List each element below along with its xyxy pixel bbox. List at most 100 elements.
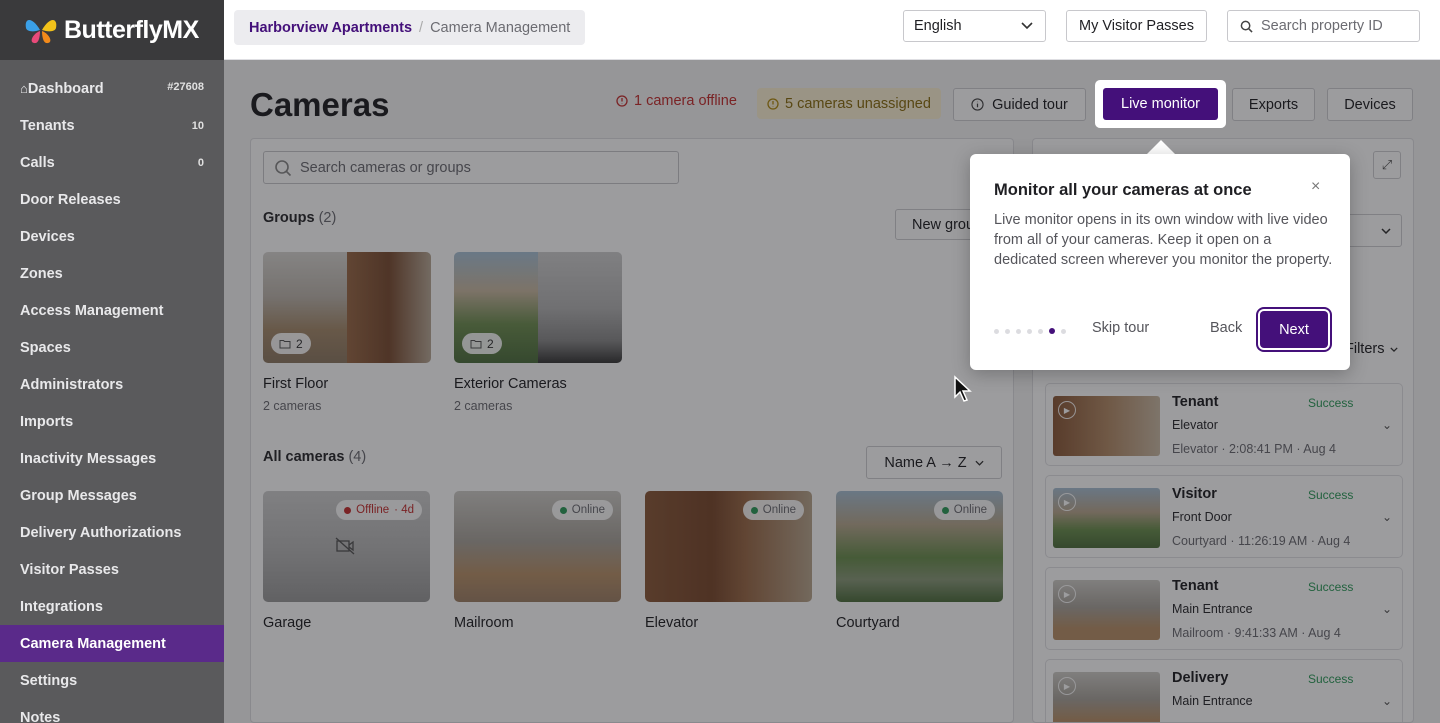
language-select[interactable]: English: [903, 10, 1046, 42]
chevron-down-icon[interactable]: ⌄: [1382, 418, 1392, 432]
sidebar-item-tenants[interactable]: Tenants 10: [0, 107, 224, 144]
sidebar-item-notes[interactable]: Notes: [0, 699, 224, 723]
sidebar-item-imports[interactable]: Imports: [0, 403, 224, 440]
sidebar-item-content: Dashboard #27608: [28, 81, 204, 97]
chevron-down-icon[interactable]: ⌄: [1382, 602, 1392, 616]
sidebar-item-dashboard[interactable]: ⌂ Dashboard #27608: [0, 70, 224, 107]
sidebar-item-visitor-passes[interactable]: Visitor Passes: [0, 551, 224, 588]
sidebar-item-label: Notes: [20, 709, 61, 723]
chevron-down-icon: [1390, 346, 1399, 352]
camera-name: Elevator: [645, 615, 699, 631]
play-icon[interactable]: ▶: [1058, 677, 1076, 695]
camera-card[interactable]: Online Elevator: [645, 491, 812, 631]
brand-logo[interactable]: ButterflyMX: [0, 0, 224, 60]
breadcrumb-property-link[interactable]: Harborview Apartments: [249, 20, 412, 36]
sidebar-item-door-releases[interactable]: Door Releases: [0, 181, 224, 218]
group-name: Exterior Cameras: [454, 376, 567, 392]
skip-tour-button[interactable]: Skip tour: [1092, 320, 1149, 336]
unassigned-alert[interactable]: 5 cameras unassigned: [757, 88, 941, 119]
tour-popover: Monitor all your cameras at once × Live …: [970, 154, 1350, 370]
group-card[interactable]: 2 Exterior Cameras 2 cameras: [454, 252, 622, 413]
chevron-down-icon: [1381, 227, 1391, 234]
event-door: Main Entrance: [1172, 602, 1253, 616]
sidebar-item-label: Tenants: [20, 117, 75, 134]
tour-title: Monitor all your cameras at once: [994, 181, 1252, 199]
sidebar-item-count: 0: [197, 156, 204, 169]
home-icon: ⌂: [20, 81, 28, 96]
next-button[interactable]: Next: [1260, 311, 1328, 348]
guided-tour-button[interactable]: Guided tour: [953, 88, 1086, 121]
event-row[interactable]: ▶ Tenant Success Main Entrance Mailroom …: [1045, 567, 1403, 650]
sidebar-item-settings[interactable]: Settings: [0, 662, 224, 699]
group-subtitle: 2 cameras: [263, 399, 322, 413]
property-search-placeholder: Search property ID: [1261, 18, 1383, 34]
guided-tour-label: Guided tour: [992, 96, 1068, 113]
sort-select[interactable]: Name A → Z: [866, 446, 1002, 479]
my-visitor-passes-button[interactable]: My Visitor Passes: [1066, 10, 1207, 42]
sidebar-item-spaces[interactable]: Spaces: [0, 329, 224, 366]
sidebar-item-label: Dashboard: [27, 80, 104, 97]
sidebar-item-label: Imports: [20, 413, 74, 430]
property-search-input[interactable]: Search property ID: [1227, 10, 1420, 42]
groups-label: Groups: [263, 210, 315, 226]
exports-button[interactable]: Exports: [1232, 88, 1315, 121]
tour-progress-dots: [994, 328, 1066, 334]
sidebar-item-camera-management[interactable]: Camera Management: [0, 625, 224, 662]
camera-card[interactable]: Online Courtyard: [836, 491, 1003, 631]
play-icon[interactable]: ▶: [1058, 493, 1076, 511]
tour-progress-dot: [994, 328, 999, 334]
cameras-panel: Search cameras or groups Groups (2) New …: [250, 138, 1014, 723]
chevron-down-icon[interactable]: ⌄: [1382, 694, 1392, 708]
filters-button[interactable]: Filters: [1345, 341, 1399, 357]
sidebar-item-delivery-authorizations[interactable]: Delivery Authorizations: [0, 514, 224, 551]
groups-count: (2): [318, 210, 337, 226]
sidebar-item-zones[interactable]: Zones: [0, 255, 224, 292]
status-text: Online: [953, 504, 987, 516]
group-camera-count-badge: 2: [462, 333, 502, 354]
event-row[interactable]: ▶ Tenant Success Elevator Elevator · 2:0…: [1045, 383, 1403, 466]
camera-search-input[interactable]: Search cameras or groups: [263, 151, 679, 184]
status-age: · 4d: [394, 504, 414, 516]
play-icon[interactable]: ▶: [1058, 401, 1076, 419]
camera-off-icon: [335, 537, 355, 555]
brand-name: ButterflyMX: [64, 15, 199, 44]
expand-icon[interactable]: ⤢: [1373, 151, 1401, 179]
event-thumbnail: ▶: [1053, 488, 1160, 548]
close-icon[interactable]: ×: [1311, 178, 1320, 196]
group-card[interactable]: 2 First Floor 2 cameras: [263, 252, 431, 413]
sidebar-item-label: Group Messages: [20, 487, 137, 504]
tour-progress-dot: [1061, 328, 1066, 334]
event-thumbnail: ▶: [1053, 396, 1160, 456]
camera-card[interactable]: Offline · 4d Garage: [263, 491, 430, 631]
event-row[interactable]: ▶ Visitor Success Front Door Courtyard ·…: [1045, 475, 1403, 558]
devices-button[interactable]: Devices: [1327, 88, 1413, 121]
sidebar-item-administrators[interactable]: Administrators: [0, 366, 224, 403]
tour-progress-dot: [1016, 328, 1021, 334]
play-icon[interactable]: ▶: [1058, 585, 1076, 603]
sidebar-item-devices[interactable]: Devices: [0, 218, 224, 255]
status-dot: [344, 506, 352, 514]
sidebar-item-label: Access Management: [20, 302, 164, 319]
event-title: Tenant: [1172, 578, 1219, 594]
live-monitor-button[interactable]: Live monitor: [1103, 88, 1218, 120]
event-thumbnail: ▶: [1053, 580, 1160, 640]
sidebar-item-calls[interactable]: Calls 0: [0, 144, 224, 181]
status-text: Online: [571, 504, 605, 516]
sidebar-item-integrations[interactable]: Integrations: [0, 588, 224, 625]
offline-alert[interactable]: 1 camera offline: [616, 93, 737, 109]
unassigned-alert-text: 5 cameras unassigned: [785, 95, 931, 112]
sidebar-item-access-management[interactable]: Access Management: [0, 292, 224, 329]
sidebar-item-group-messages[interactable]: Group Messages: [0, 477, 224, 514]
breadcrumb-current: Camera Management: [430, 19, 571, 36]
camera-card[interactable]: Online Mailroom: [454, 491, 621, 631]
event-door: Front Door: [1172, 510, 1232, 524]
camera-name: Mailroom: [454, 615, 514, 631]
event-row[interactable]: ▶ Delivery Success Main Entrance ⌄: [1045, 659, 1403, 722]
chevron-down-icon[interactable]: ⌄: [1382, 510, 1392, 524]
sidebar-item-inactivity-messages[interactable]: Inactivity Messages: [0, 440, 224, 477]
event-thumbnail: ▶: [1053, 672, 1160, 722]
status-dot: [941, 506, 949, 514]
live-monitor-highlight: Live monitor: [1095, 80, 1226, 128]
event-title: Visitor: [1172, 486, 1217, 502]
back-button[interactable]: Back: [1210, 320, 1242, 336]
